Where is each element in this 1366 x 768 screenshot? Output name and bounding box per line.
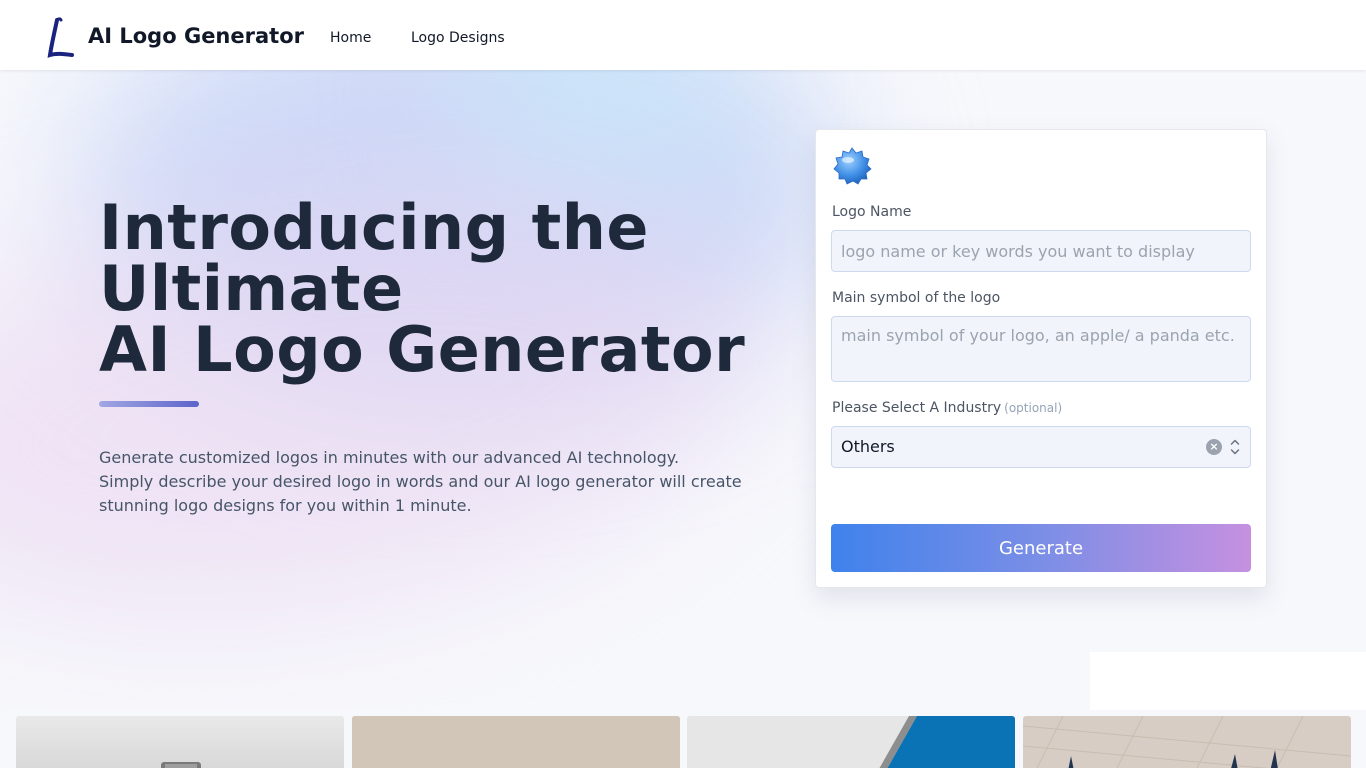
industry-label-text: Please Select A Industry — [832, 400, 1002, 416]
symbol-label: Main symbol of the logo — [832, 290, 1001, 306]
clear-selection-icon[interactable]: × — [1206, 439, 1222, 455]
chevron-up-down-icon[interactable] — [1230, 438, 1240, 456]
hero-description-line-3: stunning logo designs for you within 1 m… — [99, 496, 472, 515]
gallery-thumbnail[interactable] — [352, 716, 680, 768]
hero-description: Generate customized logos in minutes wit… — [99, 446, 769, 518]
thumbnail-image — [879, 716, 1015, 768]
gallery-thumbnail[interactable] — [16, 716, 344, 768]
logo-name-label: Logo Name — [832, 204, 912, 220]
generate-button[interactable]: Generate — [831, 524, 1251, 572]
top-navbar: AI Logo Generator Home Logo Designs — [0, 0, 1366, 70]
hero-section: Introducing the Ultimate AI Logo Generat… — [0, 70, 1366, 710]
background-patch — [1090, 652, 1366, 710]
gallery-thumbnail[interactable] — [1023, 716, 1351, 768]
title-accent-bar — [99, 401, 199, 407]
gallery-thumbnail[interactable] — [687, 716, 1015, 768]
nav-link-home[interactable]: Home — [330, 30, 371, 46]
brand-logo-icon[interactable] — [44, 16, 76, 60]
hero-description-line-2: Simply describe your desired logo in wor… — [99, 472, 742, 491]
hero-description-line-1: Generate customized logos in minutes wit… — [99, 448, 680, 467]
thumbnail-image — [161, 762, 201, 768]
industry-label: Please Select A Industry (optional) — [832, 400, 1062, 416]
thumbnail-image — [1023, 716, 1351, 768]
brand-name[interactable]: AI Logo Generator — [88, 24, 304, 48]
blue-gear-badge-icon — [833, 147, 872, 185]
thumbnail-image — [352, 716, 680, 768]
hero-title: Introducing the Ultimate AI Logo Generat… — [99, 197, 779, 381]
optional-hint: (optional) — [1004, 401, 1063, 415]
logo-generator-form: Logo Name Main symbol of the logo Please… — [815, 129, 1267, 588]
hero-title-line-3: AI Logo Generator — [99, 313, 746, 386]
industry-selected-value: Others — [841, 437, 895, 456]
symbol-textarea[interactable] — [831, 316, 1251, 382]
logo-name-input[interactable] — [831, 230, 1251, 272]
nav-link-logo-designs[interactable]: Logo Designs — [411, 30, 505, 46]
logo-gallery — [0, 716, 1366, 768]
industry-select[interactable]: Others × — [831, 426, 1251, 468]
